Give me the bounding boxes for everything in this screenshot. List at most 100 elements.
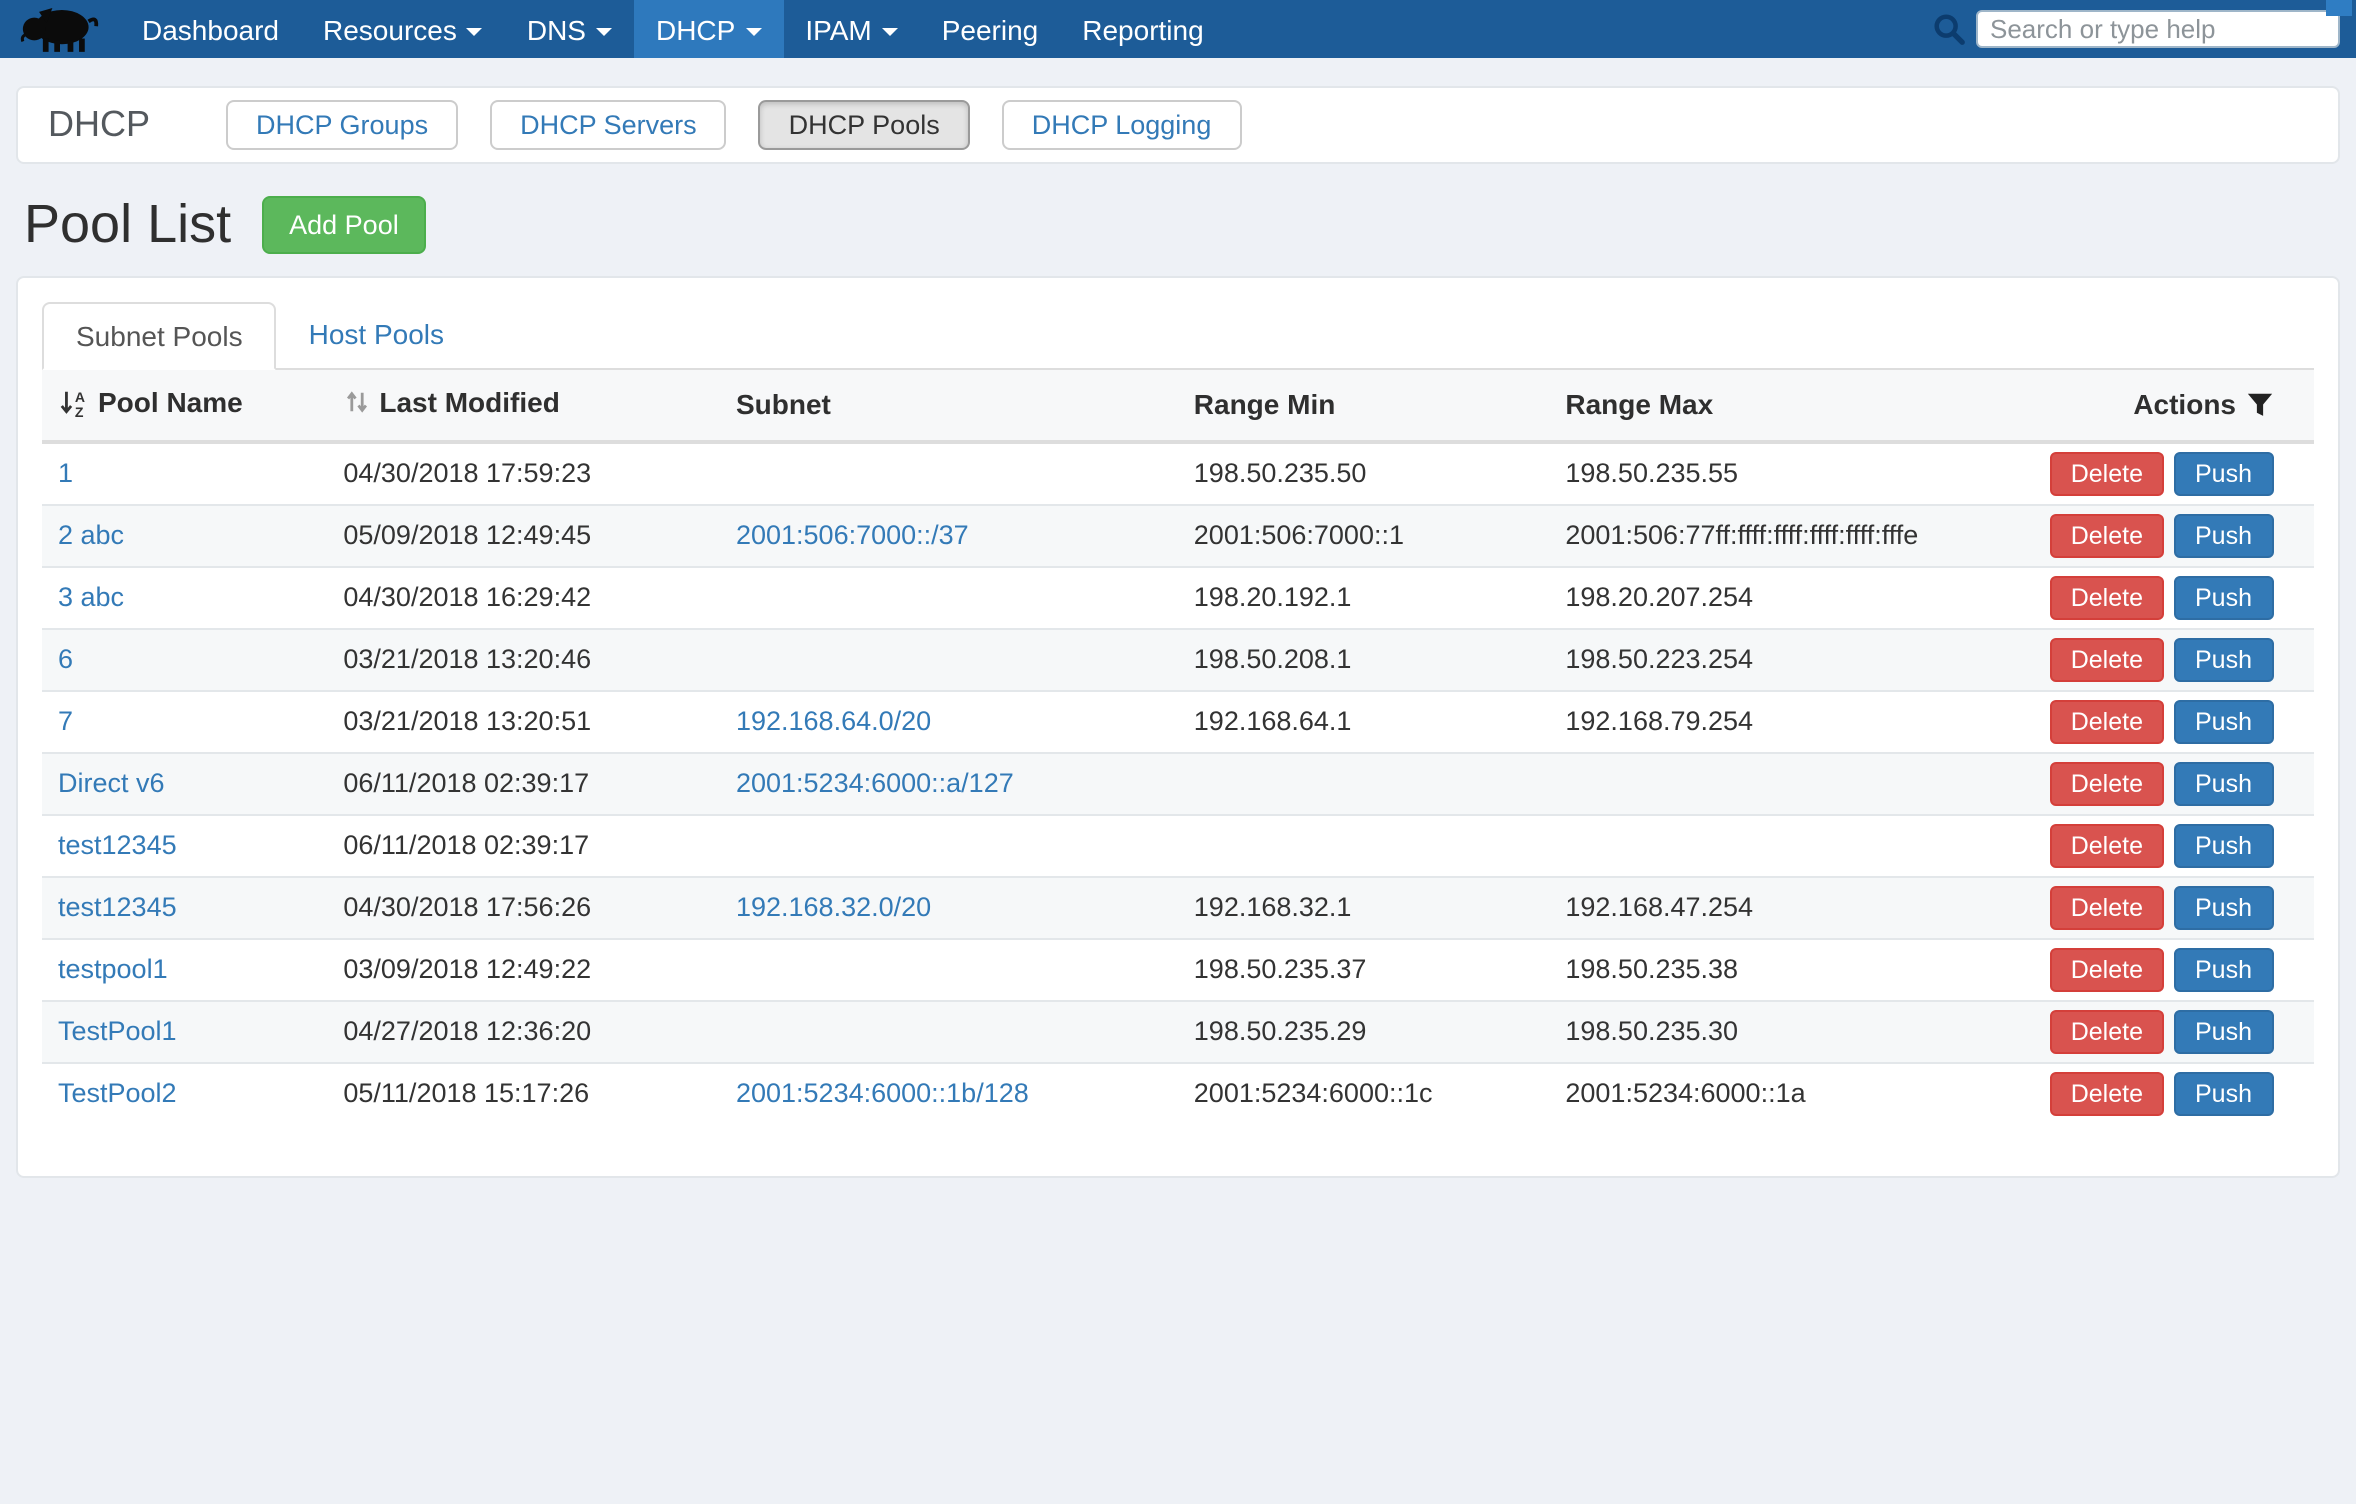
page-title: Pool List <box>24 194 231 256</box>
push-button[interactable]: Push <box>2173 575 2274 619</box>
push-button[interactable]: Push <box>2173 1071 2274 1115</box>
actions-cell: Delete Push <box>2035 566 2314 628</box>
pool-name-link[interactable]: testpool1 <box>58 954 168 984</box>
range-min-cell: 198.50.235.29 <box>1178 1000 1550 1062</box>
subnet-link[interactable]: 2001:5234:6000::1b/128 <box>736 1078 1029 1108</box>
table-row: test12345 06/11/2018 02:39:17 Delete Pus… <box>42 814 2314 876</box>
nav-item-reporting[interactable]: Reporting <box>1060 0 1225 58</box>
subnet-link[interactable]: 192.168.64.0/20 <box>736 706 931 736</box>
corner-badge[interactable] <box>2326 0 2352 16</box>
table-row: TestPool1 04/27/2018 12:36:20 198.50.235… <box>42 1000 2314 1062</box>
push-button[interactable]: Push <box>2173 885 2274 929</box>
delete-button[interactable]: Delete <box>2051 575 2163 619</box>
delete-button[interactable]: Delete <box>2051 1071 2163 1115</box>
table-row: 3 abc 04/30/2018 16:29:42 198.20.192.1 1… <box>42 566 2314 628</box>
chevron-down-icon <box>745 27 761 35</box>
subnet-cell: 2001:5234:6000::a/127 <box>720 752 1178 814</box>
delete-button[interactable]: Delete <box>2051 1009 2163 1053</box>
push-button[interactable]: Push <box>2173 637 2274 681</box>
last-modified-cell: 03/21/2018 13:20:51 <box>327 690 720 752</box>
dhcp-section-bar: DHCP DHCP Groups DHCP Servers DHCP Pools… <box>16 86 2340 164</box>
col-range-max: Range Max <box>1549 370 2034 441</box>
nav-label: Dashboard <box>142 13 279 45</box>
subnet-cell <box>720 814 1178 876</box>
pool-name-link[interactable]: test12345 <box>58 892 177 922</box>
push-button[interactable]: Push <box>2173 761 2274 805</box>
actions-cell: Delete Push <box>2035 441 2314 504</box>
delete-button[interactable]: Delete <box>2051 823 2163 867</box>
pool-name-cell: TestPool1 <box>42 1000 327 1062</box>
push-button[interactable]: Push <box>2173 1009 2274 1053</box>
table-row: testpool1 03/09/2018 12:49:22 198.50.235… <box>42 938 2314 1000</box>
pool-name-link[interactable]: 7 <box>58 706 73 736</box>
push-button[interactable]: Push <box>2173 947 2274 991</box>
range-max-cell <box>1549 814 2034 876</box>
col-range-min: Range Min <box>1178 370 1550 441</box>
tab-subnet-pools[interactable]: Subnet Pools <box>42 302 277 370</box>
subnet-cell: 2001:5234:6000::1b/128 <box>720 1062 1178 1123</box>
col-label: Actions <box>2133 389 2236 421</box>
nav-item-dhcp[interactable]: DHCP <box>634 0 783 58</box>
push-button[interactable]: Push <box>2173 699 2274 743</box>
delete-button[interactable]: Delete <box>2051 451 2163 495</box>
nav-item-resources[interactable]: Resources <box>301 0 505 58</box>
pool-name-link[interactable]: test12345 <box>58 830 177 860</box>
nav-item-peering[interactable]: Peering <box>920 0 1061 58</box>
col-actions: Actions <box>2035 370 2314 441</box>
pool-name-link[interactable]: TestPool2 <box>58 1078 177 1108</box>
pool-name-link[interactable]: 3 abc <box>58 582 124 612</box>
pool-name-link[interactable]: 1 <box>58 458 73 488</box>
delete-button[interactable]: Delete <box>2051 637 2163 681</box>
delete-button[interactable]: Delete <box>2051 947 2163 991</box>
nav-item-dns[interactable]: DNS <box>505 0 634 58</box>
table-row: 6 03/21/2018 13:20:46 198.50.208.1 198.5… <box>42 628 2314 690</box>
sort-az-icon[interactable]: A Z <box>58 387 88 417</box>
filter-icon[interactable] <box>2246 392 2274 418</box>
search-icon[interactable] <box>1932 12 1966 46</box>
nav-item-dashboard[interactable]: Dashboard <box>120 0 301 58</box>
range-min-cell: 198.50.235.50 <box>1178 441 1550 504</box>
page-head: Pool List Add Pool <box>24 194 2332 256</box>
pool-name-link[interactable]: 2 abc <box>58 520 124 550</box>
col-last-modified[interactable]: Last Modified <box>327 370 720 441</box>
chevron-down-icon <box>596 27 612 35</box>
delete-button[interactable]: Delete <box>2051 699 2163 743</box>
pool-name-cell: 2 abc <box>42 504 327 566</box>
range-min-cell: 2001:5234:6000::1c <box>1178 1062 1550 1123</box>
pool-name-link[interactable]: TestPool1 <box>58 1016 177 1046</box>
push-button[interactable]: Push <box>2173 513 2274 557</box>
table-row: test12345 04/30/2018 17:56:26 192.168.32… <box>42 876 2314 938</box>
pool-name-link[interactable]: Direct v6 <box>58 768 165 798</box>
pool-name-cell: test12345 <box>42 814 327 876</box>
pool-name-link[interactable]: 6 <box>58 644 73 674</box>
add-pool-button[interactable]: Add Pool <box>261 196 427 254</box>
dhcp-groups-button[interactable]: DHCP Groups <box>226 100 458 150</box>
delete-button[interactable]: Delete <box>2051 513 2163 557</box>
last-modified-cell: 03/21/2018 13:20:46 <box>327 628 720 690</box>
nav-item-ipam[interactable]: IPAM <box>783 0 919 58</box>
dhcp-servers-button[interactable]: DHCP Servers <box>490 100 727 150</box>
subnet-cell <box>720 938 1178 1000</box>
search-input[interactable] <box>1976 10 2340 48</box>
delete-button[interactable]: Delete <box>2051 885 2163 929</box>
app-viewport: Dashboard Resources DNS DHCP IPAM Peerin… <box>0 0 2356 1504</box>
subnet-link[interactable]: 2001:5234:6000::a/127 <box>736 768 1014 798</box>
sort-updown-icon[interactable] <box>343 389 369 417</box>
tab-host-pools[interactable]: Host Pools <box>277 302 476 370</box>
last-modified-cell: 05/11/2018 15:17:26 <box>327 1062 720 1123</box>
last-modified-cell: 06/11/2018 02:39:17 <box>327 752 720 814</box>
nav-label: IPAM <box>805 13 871 45</box>
pool-name-cell: Direct v6 <box>42 752 327 814</box>
col-pool-name[interactable]: A Z Pool Name <box>42 370 327 441</box>
pool-list-card: Subnet Pools Host Pools A Z <box>16 276 2340 1177</box>
dhcp-pools-button[interactable]: DHCP Pools <box>759 100 970 150</box>
push-button[interactable]: Push <box>2173 823 2274 867</box>
subnet-link[interactable]: 192.168.32.0/20 <box>736 892 931 922</box>
dhcp-logging-button[interactable]: DHCP Logging <box>1002 100 1242 150</box>
push-button[interactable]: Push <box>2173 451 2274 495</box>
navbar-right <box>1932 0 2340 58</box>
delete-button[interactable]: Delete <box>2051 761 2163 805</box>
subnet-link[interactable]: 2001:506:7000::/37 <box>736 520 969 550</box>
boar-logo-icon <box>20 0 100 58</box>
range-max-cell: 2001:5234:6000::1a <box>1549 1062 2034 1123</box>
